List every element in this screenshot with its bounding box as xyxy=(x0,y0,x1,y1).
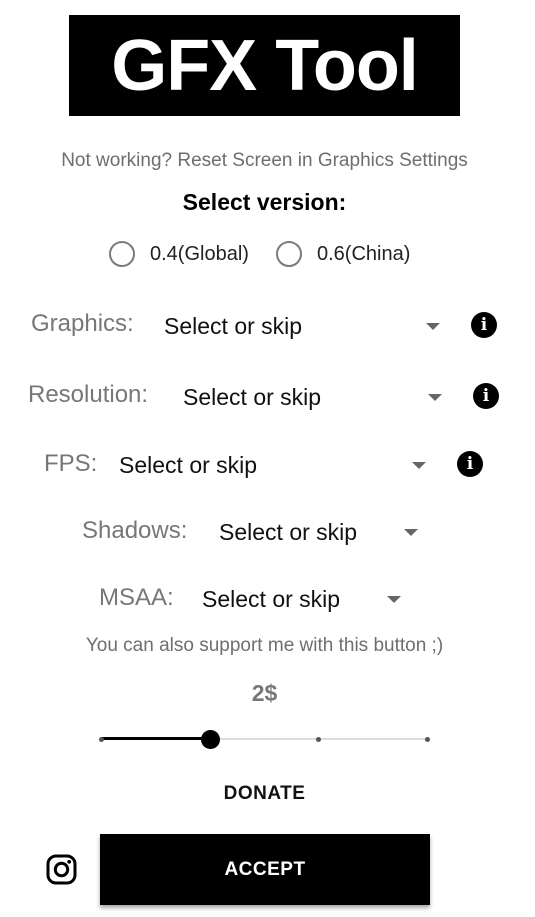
radio-circle-icon xyxy=(109,241,135,267)
resolution-dropdown[interactable]: Select or skip xyxy=(175,377,448,417)
app-title-banner: GFX Tool xyxy=(69,15,460,116)
msaa-dropdown-value: Select or skip xyxy=(202,585,341,612)
shadows-dropdown[interactable]: Select or skip xyxy=(211,512,424,552)
msaa-label: MSAA: xyxy=(99,584,174,611)
reset-hint-text: Not working? Reset Screen in Graphics Se… xyxy=(61,150,468,171)
radio-version-china[interactable]: 0.6(China) xyxy=(276,241,410,267)
graphics-dropdown-value: Select or skip xyxy=(164,312,303,339)
support-text: You can also support me with this button… xyxy=(85,635,444,656)
caret-down-icon xyxy=(428,393,442,401)
accept-button-label: ACCEPT xyxy=(224,858,306,880)
radio-label-china: 0.6(China) xyxy=(317,242,411,265)
instagram-icon[interactable] xyxy=(46,854,77,885)
fps-dropdown-value: Select or skip xyxy=(119,451,258,478)
resolution-dropdown-value: Select or skip xyxy=(183,383,322,410)
msaa-dropdown[interactable]: Select or skip xyxy=(194,579,407,619)
radio-circle-icon xyxy=(276,241,302,267)
slider-tick xyxy=(99,737,104,742)
caret-down-icon xyxy=(412,461,426,469)
version-heading: Select version: xyxy=(182,189,347,215)
fps-info-icon[interactable]: i xyxy=(457,451,483,477)
shadows-dropdown-value: Select or skip xyxy=(219,518,358,545)
radio-version-global[interactable]: 0.4(Global) xyxy=(109,241,249,267)
slider-thumb[interactable] xyxy=(201,730,220,749)
graphics-label: Graphics: xyxy=(31,310,134,337)
slider-fill xyxy=(101,737,210,740)
fps-dropdown[interactable]: Select or skip xyxy=(111,445,432,485)
graphics-dropdown[interactable]: Select or skip xyxy=(156,306,446,346)
caret-down-icon xyxy=(426,322,440,330)
donate-button[interactable]: DONATE xyxy=(0,783,529,805)
resolution-info-icon[interactable]: i xyxy=(473,383,499,409)
graphics-info-icon[interactable]: i xyxy=(471,312,497,338)
radio-label-global: 0.4(Global) xyxy=(150,242,249,265)
donation-amount: 2$ xyxy=(251,680,278,706)
fps-label: FPS: xyxy=(44,450,98,477)
caret-down-icon xyxy=(404,528,418,536)
app-title: GFX Tool xyxy=(111,25,419,106)
caret-down-icon xyxy=(387,595,401,603)
slider-tick xyxy=(425,737,430,742)
accept-button[interactable]: ACCEPT xyxy=(100,834,430,905)
resolution-label: Resolution: xyxy=(28,381,149,408)
shadows-label: Shadows: xyxy=(82,517,188,544)
slider-tick xyxy=(316,737,321,742)
